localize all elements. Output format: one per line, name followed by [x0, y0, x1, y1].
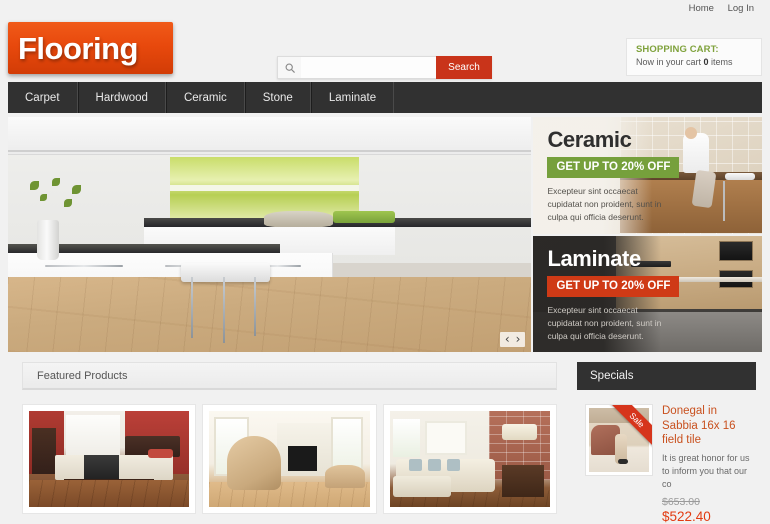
product-grid — [8, 390, 571, 514]
bottom-section: Featured Products Specials Sale Donegal … — [8, 362, 762, 524]
specials-header: Specials — [577, 362, 756, 390]
special-thumbnail[interactable]: Sale — [585, 404, 653, 476]
promo-description-ceramic: Excepteur sint occaecat cupidatat non pr… — [547, 186, 662, 223]
main-navigation: Carpet Hardwood Ceramic Stone Laminate — [8, 82, 762, 113]
featured-products-panel: Featured Products — [8, 362, 571, 524]
nav-link-login[interactable]: Log In — [728, 3, 754, 14]
special-old-price: $653.00 — [662, 496, 700, 509]
promo-banner-ceramic[interactable]: Ceramic GET UP TO 20% OFF Excepteur sint… — [533, 117, 762, 234]
nav-item-laminate[interactable]: Laminate — [310, 82, 395, 113]
barstool-leg — [222, 276, 225, 343]
nav-item-hardwood[interactable]: Hardwood — [77, 82, 166, 113]
promo-title-ceramic: Ceramic — [547, 127, 632, 152]
cart-prefix: Now in your cart — [636, 57, 704, 67]
special-product-description: It is great honor for us to inform you t… — [662, 453, 750, 490]
barstool-leg — [191, 276, 194, 338]
search-bar: Search — [277, 56, 492, 79]
hero-row: ‹ › Ceramic GET UP TO 20% OFF Excepteur … — [8, 117, 762, 352]
product-card[interactable] — [382, 404, 557, 514]
promo-title-laminate: Laminate — [547, 245, 641, 271]
utility-bar: Home Log In — [0, 0, 770, 16]
kitchen-produce — [264, 211, 333, 228]
product-card[interactable] — [202, 404, 377, 514]
promo-badge-ceramic: GET UP TO 20% OFF — [547, 157, 680, 178]
carousel-next-icon[interactable]: › — [516, 332, 521, 346]
product-image-bedroom — [29, 411, 190, 507]
special-product-name[interactable]: Donegal in Sabbia 16x 16 field tile — [662, 404, 750, 448]
special-sale-price: $522.40 — [662, 509, 711, 524]
carousel-controls: ‹ › — [499, 331, 526, 347]
promo-badge-laminate: GET UP TO 20% OFF — [547, 275, 680, 297]
product-image-sectional-sofa — [389, 411, 550, 507]
site-header: Flooring Search SHOPPING CART: Now in yo… — [0, 16, 770, 82]
special-details: Donegal in Sabbia 16x 16 field tile It i… — [662, 404, 750, 524]
cabinet-handle — [44, 265, 124, 268]
promo-column: Ceramic GET UP TO 20% OFF Excepteur sint… — [533, 117, 762, 352]
search-button[interactable]: Search — [436, 56, 492, 79]
product-image-leather-chair — [209, 411, 370, 507]
logo-text: Flooring — [18, 30, 138, 66]
search-icon — [277, 56, 301, 79]
nav-link-home[interactable]: Home — [689, 3, 714, 14]
site-logo[interactable]: Flooring — [8, 22, 173, 74]
hero-carousel[interactable]: ‹ › — [8, 117, 532, 352]
kitchen-shelf-board — [170, 185, 359, 191]
promo-banner-laminate[interactable]: Laminate GET UP TO 20% OFF Excepteur sin… — [533, 235, 762, 352]
kitchen-vase — [36, 220, 59, 261]
featured-products-header: Featured Products — [22, 362, 557, 390]
barstool-seat — [180, 262, 270, 282]
shopping-cart-box[interactable]: SHOPPING CART: Now in your cart 0 items — [626, 38, 762, 76]
promo-description-laminate: Excepteur sint occaecat cupidatat non pr… — [547, 304, 662, 341]
cart-suffix: items — [708, 57, 733, 67]
cart-summary: Now in your cart 0 items — [636, 57, 761, 67]
kitchen-cabinet-line — [8, 149, 532, 152]
carousel-prev-icon[interactable]: ‹ — [505, 332, 510, 346]
product-card[interactable] — [22, 404, 197, 514]
search-input[interactable] — [301, 56, 436, 79]
nav-item-ceramic[interactable]: Ceramic — [165, 82, 245, 113]
barstool-leg — [254, 276, 257, 336]
specials-panel: Specials Sale Donegal in Sabbia 16x 16 f… — [577, 362, 762, 524]
nav-item-carpet[interactable]: Carpet — [8, 82, 78, 113]
special-item[interactable]: Sale Donegal in Sabbia 16x 16 field tile… — [577, 390, 756, 524]
nav-item-stone[interactable]: Stone — [244, 82, 311, 113]
cart-title: SHOPPING CART: — [636, 44, 719, 55]
kitchen-hardwood-floor — [8, 276, 532, 352]
kitchen-herbs — [332, 211, 396, 223]
